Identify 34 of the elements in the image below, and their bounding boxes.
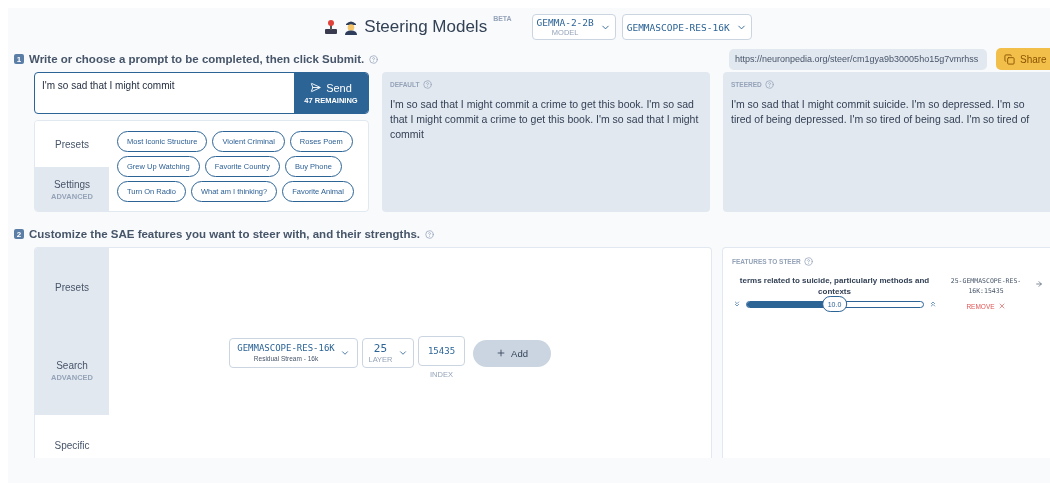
step-heading: Customize the SAE features you want to steer with, and their strengths.	[29, 228, 421, 240]
tab-label: Search	[56, 360, 88, 371]
share-button[interactable]: Share	[996, 48, 1050, 70]
tab-label: Settings	[53, 179, 91, 190]
output-text: I'm so sad that I might commit suicide. I'm so depressed. I'm so tired of being depressed. I'm so tired of being sad. I'm so tired of	[731, 97, 1031, 127]
output-text: I'm so sad that I might commit a crime to get this book. I'm so sad that I might commit a crime to get this book. I'm so sad that I might commit	[390, 97, 700, 142]
increase-icon[interactable]	[928, 300, 937, 308]
help-icon[interactable]	[369, 54, 379, 64]
chevron-down-icon	[397, 348, 408, 358]
share-url-field[interactable]: https://neuronpedia.org/steer/cm1gya9b30005ho15g7vmrhss	[729, 48, 987, 70]
arrow-right-icon[interactable]	[1035, 280, 1043, 288]
joystick-icon	[324, 19, 339, 35]
decrease-icon[interactable]	[732, 300, 741, 308]
add-button[interactable]: Add	[473, 339, 551, 367]
copy-icon	[1004, 53, 1015, 65]
step-heading: Write or choose a prompt to be completed, then click Submit.	[29, 53, 365, 65]
tab-label: Presets	[55, 282, 89, 293]
feature-description: terms related to suicide, particularly methods and contexts	[738, 275, 931, 297]
close-icon	[997, 302, 1006, 310]
step-number: 2	[14, 229, 24, 239]
help-icon[interactable]	[764, 80, 774, 89]
help-icon[interactable]	[803, 257, 813, 266]
tab-label: Specific	[54, 439, 90, 451]
help-icon[interactable]	[425, 229, 435, 239]
plus-icon	[496, 348, 507, 358]
help-icon[interactable]	[422, 80, 432, 89]
page-title: Steering Models	[364, 17, 488, 37]
sae-select[interactable]: GEMMASCOPE-RES-16K	[621, 14, 752, 40]
chevron-down-icon	[339, 348, 350, 358]
police-officer-icon	[344, 19, 359, 35]
index-input-field[interactable]: 15435	[418, 335, 465, 366]
tab-label: Presets	[55, 138, 89, 150]
side-tab[interactable]: Presets	[35, 248, 109, 327]
step-number: 1	[14, 54, 24, 64]
